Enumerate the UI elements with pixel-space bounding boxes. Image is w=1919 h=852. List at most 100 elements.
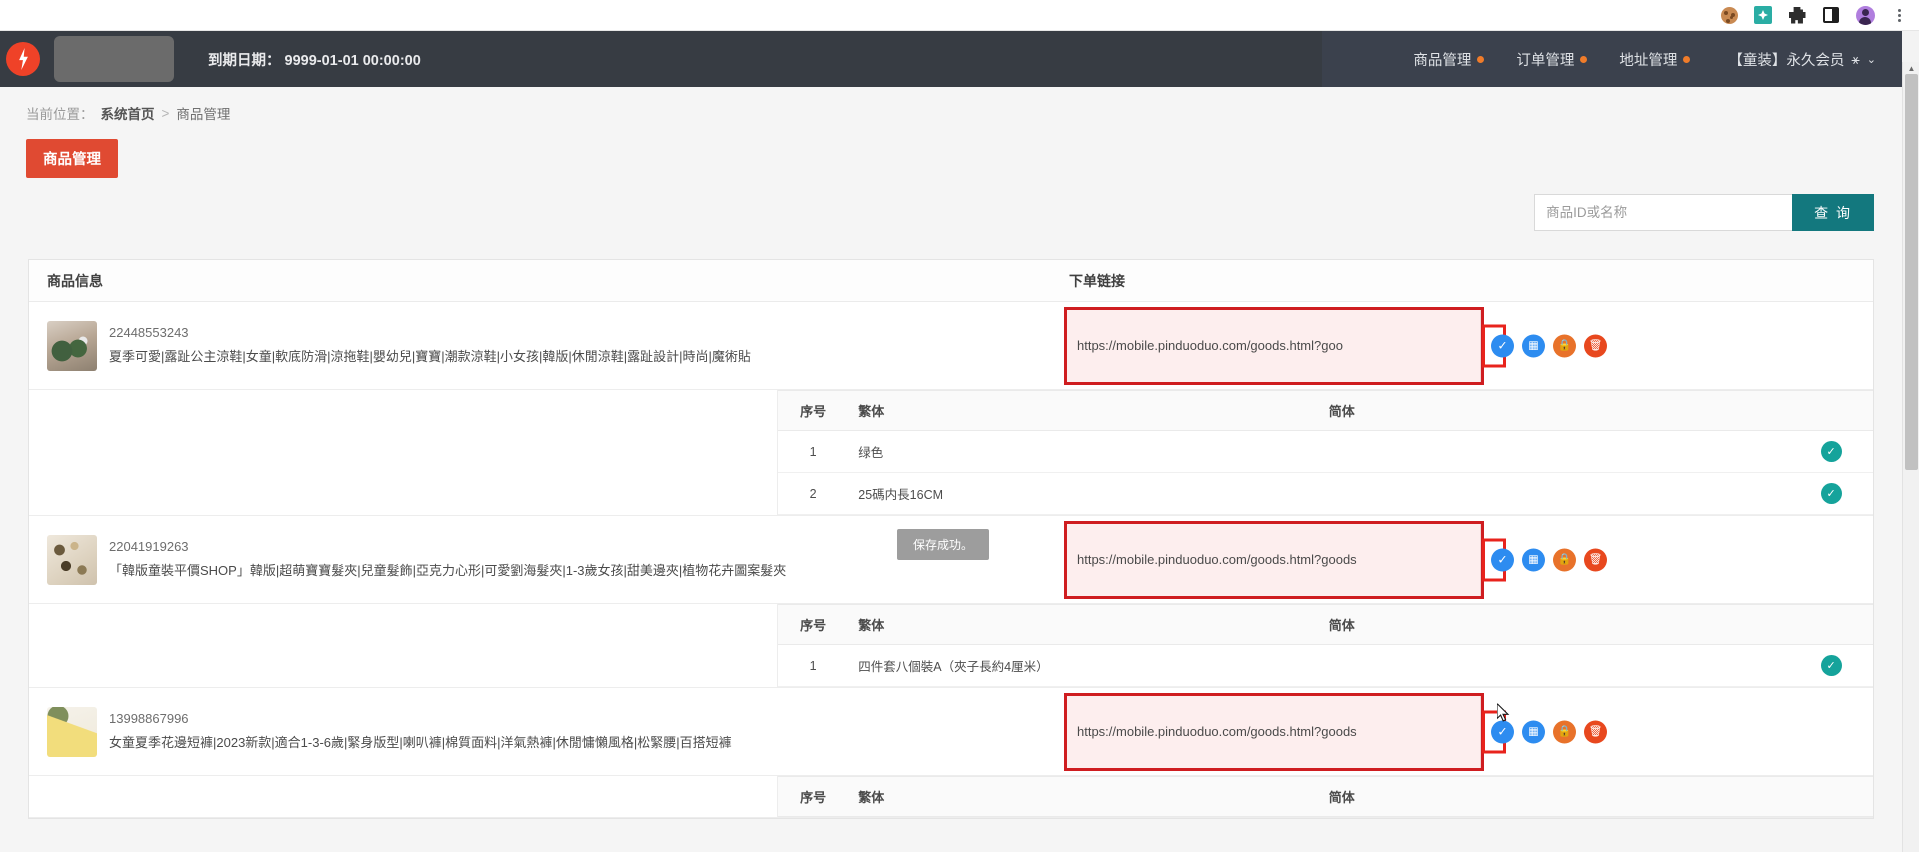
spec-table-wrapper: 序号 繁体 简体 — [777, 776, 1873, 817]
column-header-order-link: 下单链接 — [1069, 272, 1125, 289]
product-text: 13998867996 女童夏季花邊短褲|2023新款|適合1-3-6歲|緊身版… — [109, 711, 732, 752]
spec-col-seq: 序号 — [778, 390, 849, 431]
order-link-field[interactable]: https://mobile.pinduoduo.com/goods.html?… — [1064, 306, 1484, 385]
nav-item-label: 商品管理 — [1413, 52, 1472, 69]
spec-section: 序号 繁体 简体 1 四件套八個裝A（夾子長約4厘米） ✓ — [29, 604, 1873, 688]
column-header-product-info: 商品信息 — [47, 272, 103, 289]
confirm-button-wrapper: ✓ — [1482, 324, 1514, 367]
spec-action-cell: ✓ — [1789, 644, 1873, 687]
order-link-text[interactable]: https://mobile.pinduoduo.com/goods.html?… — [1067, 309, 1481, 382]
breadcrumb-separator: > — [161, 105, 170, 121]
spec-col-traditional: 繁体 — [848, 604, 1319, 645]
spec-table: 序号 繁体 简体 — [778, 776, 1873, 817]
row-actions: ✓ ▦ 🔒 🗑 — [1482, 324, 1607, 367]
product-info-cell: 22448553243 夏季可愛|露趾公主涼鞋|女童|軟底防滑|涼拖鞋|嬰幼兒|… — [29, 320, 1029, 371]
spec-confirm-button[interactable]: ✓ — [1820, 441, 1842, 462]
spec-simplified[interactable] — [1318, 644, 1790, 687]
nav-item-address-management[interactable]: 地址管理 — [1603, 49, 1706, 70]
scrollbar-thumb[interactable] — [1905, 74, 1918, 470]
delete-button[interactable]: 🗑 — [1584, 720, 1607, 743]
order-link-field[interactable]: https://mobile.pinduoduo.com/goods.html?… — [1064, 520, 1484, 599]
product-name: 夏季可愛|露趾公主涼鞋|女童|軟底防滑|涼拖鞋|嬰幼兒|寶寶|潮款涼鞋|小女孩|… — [109, 349, 751, 365]
spec-table-button[interactable]: ▦ — [1522, 334, 1545, 357]
breadcrumb-home-link[interactable]: 系统首页 — [101, 103, 155, 123]
spec-traditional[interactable]: 25碼内長16CM — [848, 472, 1319, 515]
chrome-menu-icon[interactable] — [1889, 5, 1909, 25]
spec-row: 1 绿色 ✓ — [778, 430, 1873, 473]
spec-action-cell: ✓ — [1789, 472, 1873, 515]
spec-traditional[interactable]: 绿色 — [848, 430, 1319, 473]
spec-section: 序号 繁体 简体 — [29, 776, 1873, 818]
spec-traditional[interactable]: 四件套八個裝A（夾子長約4厘米） — [848, 644, 1319, 687]
navbar-left — [0, 31, 174, 87]
spec-table: 序号 繁体 简体 1 绿色 ✓ 2 25碼内長16CM ✓ — [778, 390, 1873, 515]
confirm-button-wrapper: ✓ — [1482, 538, 1514, 581]
spec-simplified[interactable] — [1318, 430, 1790, 473]
profile-avatar-icon[interactable] — [1855, 5, 1875, 25]
expiry-date: 到期日期： 9999-01-01 00:00:00 — [208, 52, 421, 69]
product-text: 22041919263 「韓版童裝平價SHOP」韓版|超萌寶寶髮夾|兒童髮飾|亞… — [109, 539, 786, 580]
product-thumbnail[interactable] — [47, 534, 97, 585]
user-menu[interactable]: 【童装】永久会员 ⚹ ⌄ — [1706, 49, 1876, 70]
spec-spacer — [29, 604, 777, 687]
nav-item-label: 订单管理 — [1516, 52, 1575, 69]
search-button[interactable]: 查 询 — [1792, 194, 1874, 231]
confirm-button[interactable]: ✓ — [1491, 334, 1514, 357]
page-scrollbar[interactable]: ▲ ▼ — [1902, 62, 1919, 852]
nav-item-label: 地址管理 — [1619, 52, 1678, 69]
lock-button[interactable]: 🔒 — [1553, 720, 1576, 743]
confirm-button[interactable]: ✓ — [1491, 548, 1514, 571]
tab-product-management[interactable]: 商品管理 — [26, 139, 118, 178]
extensions-puzzle-icon[interactable] — [1787, 5, 1807, 25]
lock-button[interactable]: 🔒 — [1553, 548, 1576, 571]
spec-table-button[interactable]: ▦ — [1522, 548, 1545, 571]
spec-table-button[interactable]: ▦ — [1522, 720, 1545, 743]
spec-header-row: 序号 繁体 简体 — [778, 604, 1873, 645]
delete-button[interactable]: 🗑 — [1584, 334, 1607, 357]
nav-dot-icon — [1683, 55, 1691, 63]
spec-simplified[interactable] — [1318, 472, 1790, 515]
confirm-button[interactable]: ✓ — [1491, 720, 1514, 743]
order-link-text[interactable]: https://mobile.pinduoduo.com/goods.html?… — [1067, 523, 1481, 596]
product-thumbnail[interactable] — [47, 320, 97, 371]
nav-item-product-management[interactable]: 商品管理 — [1397, 49, 1500, 70]
row-actions: ✓ ▦ 🔒 🗑 — [1482, 538, 1607, 581]
spec-col-traditional: 繁体 — [848, 776, 1319, 817]
spec-row: 2 25碼内長16CM ✓ — [778, 472, 1873, 515]
delete-button[interactable]: 🗑 — [1584, 548, 1607, 571]
spec-confirm-button[interactable]: ✓ — [1820, 483, 1842, 504]
product-thumbnail[interactable] — [47, 706, 97, 757]
spec-table-wrapper: 序号 繁体 简体 1 四件套八個裝A（夾子長約4厘米） ✓ — [777, 604, 1873, 687]
spec-col-actions — [1789, 390, 1873, 431]
spec-table: 序号 繁体 简体 1 四件套八個裝A（夾子長約4厘米） ✓ — [778, 604, 1873, 687]
nav-dot-icon — [1580, 55, 1588, 63]
spec-section: 序号 繁体 简体 1 绿色 ✓ 2 25碼内長16CM ✓ — [29, 390, 1873, 516]
order-link-text[interactable]: https://mobile.pinduoduo.com/goods.html?… — [1067, 695, 1481, 768]
lock-button[interactable]: 🔒 — [1553, 334, 1576, 357]
nav-item-order-management[interactable]: 订单管理 — [1500, 49, 1603, 70]
top-navbar: 到期日期： 9999-01-01 00:00:00 商品管理 订单管理 地址管理… — [0, 31, 1902, 87]
spec-table-wrapper: 序号 繁体 简体 1 绿色 ✓ 2 25碼内長16CM ✓ — [777, 390, 1873, 515]
order-link-field[interactable]: https://mobile.pinduoduo.com/goods.html?… — [1064, 692, 1484, 771]
spec-action-cell: ✓ — [1789, 430, 1873, 473]
product-name: 「韓版童裝平價SHOP」韓版|超萌寶寶髮夾|兒童髮飾|亞克力心形|可愛劉海髮夾|… — [109, 563, 787, 579]
spec-confirm-button[interactable]: ✓ — [1820, 655, 1842, 676]
split-screen-icon[interactable] — [1821, 5, 1841, 25]
navbar-dark-strip — [0, 31, 1322, 87]
search-input[interactable] — [1534, 194, 1793, 231]
app-logo[interactable] — [0, 42, 46, 76]
spec-spacer — [29, 390, 777, 515]
person-icon: ⚹ — [1851, 50, 1860, 67]
spec-col-actions — [1789, 776, 1873, 817]
breadcrumb-current: 商品管理 — [176, 107, 231, 122]
spec-seq: 1 — [778, 644, 849, 687]
cookie-icon[interactable] — [1719, 5, 1739, 25]
product-info-cell: 22041919263 「韓版童裝平價SHOP」韓版|超萌寶寶髮夾|兒童髮飾|亞… — [29, 534, 1029, 585]
spec-col-seq: 序号 — [778, 604, 849, 645]
breadcrumb: 当前位置： 系统首页 > 商品管理 — [0, 87, 1902, 123]
product-id: 22448553243 — [109, 325, 189, 341]
extension-teal-icon[interactable] — [1753, 5, 1773, 25]
product-name: 女童夏季花邊短褲|2023新款|適合1-3-6歲|緊身版型|喇叭褲|棉質面料|洋… — [109, 735, 732, 751]
spec-spacer — [29, 776, 777, 817]
spec-col-simplified: 简体 — [1318, 390, 1790, 431]
